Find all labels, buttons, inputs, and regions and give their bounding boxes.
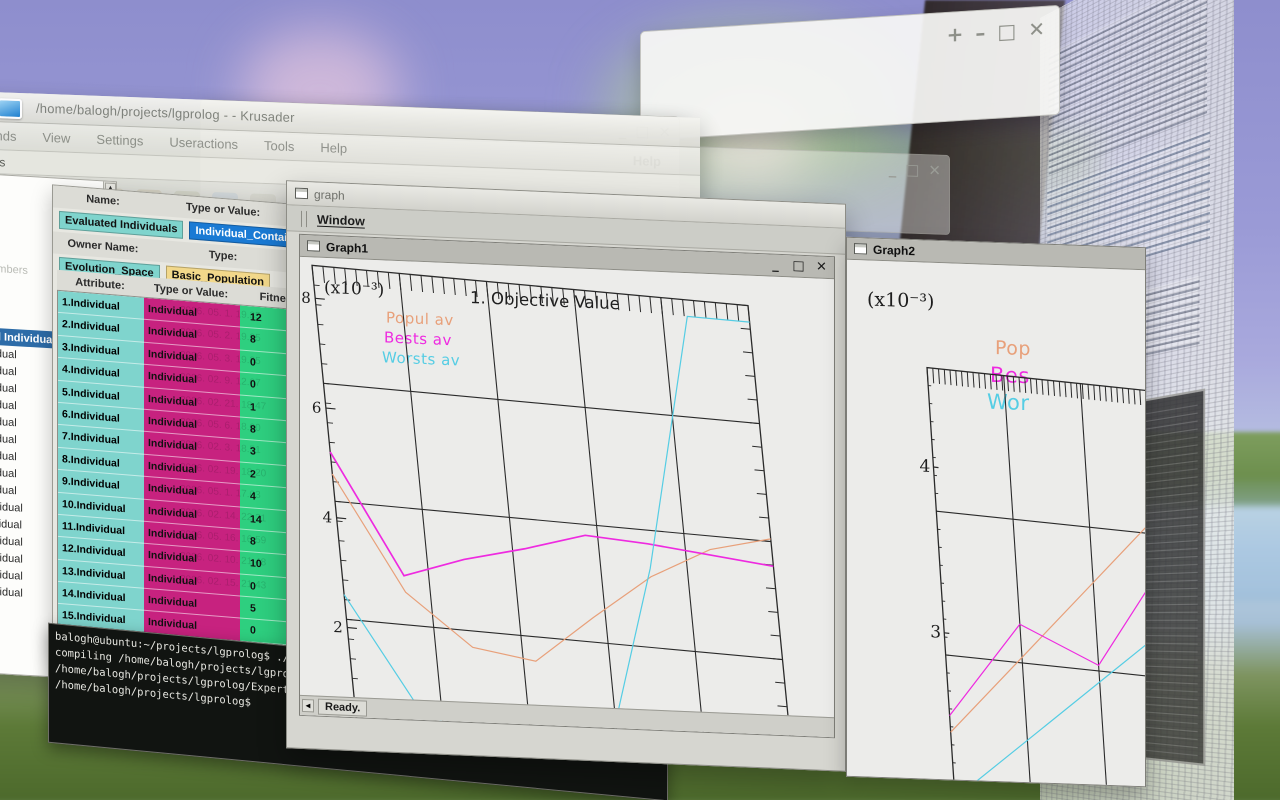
desktop-stage: + – □ ✕ _ □ ✕ _ □ ✕ Help /home/ba: [0, 0, 1280, 800]
graph2-title: Graph2: [873, 242, 916, 258]
status-scroll-arrow[interactable]: ◄: [302, 698, 314, 713]
y-axis-tick-label: 4: [919, 457, 930, 477]
close-button[interactable]: ✕: [813, 259, 830, 276]
status-text: Ready.: [318, 698, 368, 717]
maximize-icon[interactable]: □: [905, 161, 919, 179]
window-icon: [854, 243, 867, 255]
table-column-type[interactable]: Individual Individual Individual Individual…: [144, 297, 266, 659]
graph-window-title: graph: [314, 186, 345, 203]
tree-item-label: 14.Individual: [0, 566, 23, 583]
tree-item-label: 10.Individual: [0, 498, 23, 515]
label-name: Name:: [86, 193, 120, 208]
tree-item-label: 9.Individual: [0, 481, 17, 497]
table-column-attribute[interactable]: 1.Individual 2.Individual 3.Individual 4.In…: [58, 290, 144, 659]
close-icon[interactable]: ✕: [1028, 17, 1045, 42]
add-icon[interactable]: +: [947, 22, 964, 47]
tree-item-label: 8.Individual: [0, 464, 17, 480]
tree-item-label: 15.Individual: [0, 583, 23, 600]
window-title: /home/balogh/projects/lgprolog - - Krusa…: [36, 100, 295, 126]
graph1-window[interactable]: Graph1 _ □ ✕ (x10⁻³) 1. Objective Value …: [299, 233, 835, 739]
menu-item-settings[interactable]: Settings: [96, 132, 143, 149]
window-blue-icon[interactable]: [0, 98, 22, 120]
tree-item-label: 7.Individual: [0, 447, 17, 463]
tree-item-label: 5.Individual: [0, 413, 17, 429]
tree-item-label: 6.Individual: [0, 430, 17, 446]
desktop-icons[interactable]: [0, 96, 22, 120]
menu-item-commands[interactable]: Commands: [0, 126, 16, 143]
graph1-title: Graph1: [326, 239, 369, 256]
maximize-button[interactable]: □: [790, 258, 807, 275]
y-axis-tick-label: 6: [312, 398, 322, 416]
menu-item-help[interactable]: Help: [320, 140, 347, 156]
menu-item-view[interactable]: View: [42, 130, 70, 146]
tree-item-label: 4.Individual: [0, 396, 17, 412]
maximize-icon[interactable]: □: [997, 19, 1016, 44]
y-axis-tick-label: 2: [333, 618, 343, 636]
window-controls-ghost[interactable]: _ □ ✕: [889, 160, 941, 180]
window-controls-top[interactable]: + – □ ✕: [947, 17, 1045, 47]
minimize-icon[interactable]: _: [889, 160, 897, 178]
y-axis-tick-label: 8: [301, 289, 311, 307]
menu-grip[interactable]: [301, 210, 307, 227]
y-axis-tick-label: 3: [930, 622, 941, 642]
minimize-button[interactable]: _: [767, 257, 784, 274]
graph1-plot-area[interactable]: (x10⁻³) 1. Objective Value Popul av Best…: [300, 256, 834, 738]
menu-item-tools[interactable]: Tools: [264, 138, 294, 154]
graph2-window[interactable]: Graph2 (x10⁻³) Pop Bes Wor 34: [846, 236, 1146, 788]
tree-item-label: 3.Individual: [0, 379, 17, 395]
label-owner-name: Owner Name:: [67, 237, 139, 256]
submenu-label: References: [0, 152, 6, 169]
minimize-icon[interactable]: –: [975, 20, 985, 45]
y-axis-tick-label: 4: [323, 508, 333, 526]
window-icon: [295, 187, 308, 200]
menu-item-useractions[interactable]: Useractions: [169, 134, 238, 152]
window-icon: [307, 240, 320, 252]
graph2-plot-area[interactable]: (x10⁻³) Pop Bes Wor 34: [847, 259, 1145, 787]
close-icon[interactable]: ✕: [928, 161, 941, 179]
graph-outer-window[interactable]: graph Window Graph1 _ □ ✕ (x10⁻³) 1. Obj…: [286, 180, 846, 772]
tree-item-label: 12.Individual: [0, 532, 23, 549]
chart-svg-2: 34: [919, 366, 1145, 787]
tree-item-label: 13.Individual: [0, 549, 23, 566]
menu-item-window[interactable]: Window: [317, 212, 365, 228]
tree-item-label: 2.Individual: [0, 362, 17, 378]
tree-item-label: 11.Individual: [0, 515, 22, 532]
tree-item-label: 1.Individual: [0, 345, 17, 361]
chart-svg: 2 4 6 8: [301, 264, 795, 738]
